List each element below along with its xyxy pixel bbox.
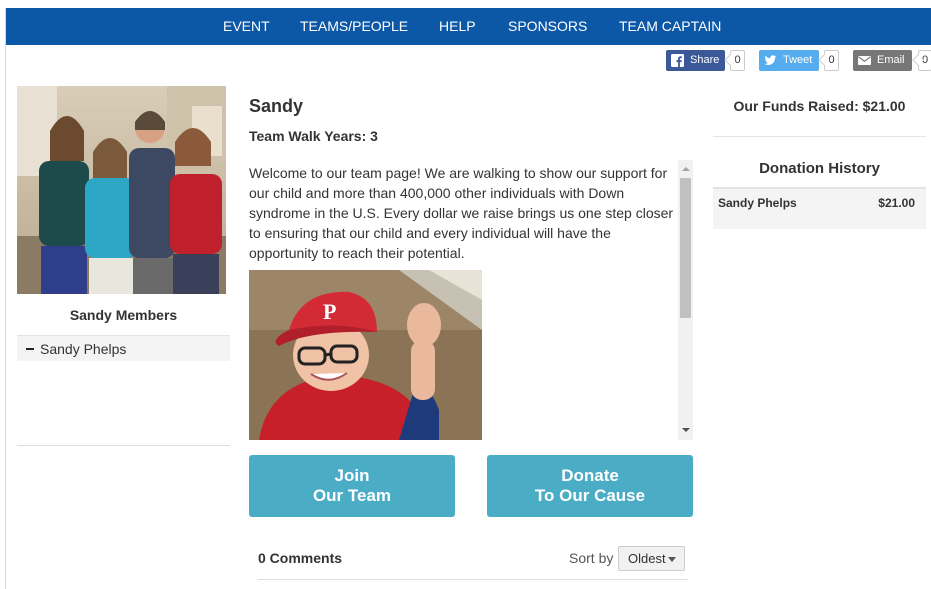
sort-select[interactable]: Oldest xyxy=(618,546,685,571)
nav-item-help[interactable]: HELP xyxy=(439,8,476,45)
nav-item-team-captain[interactable]: TEAM CAPTAIN xyxy=(619,8,721,45)
donation-history-title: Donation History xyxy=(759,160,880,177)
donate-button-line1: Donate xyxy=(561,466,619,485)
nav-item-sponsors[interactable]: SPONSORS xyxy=(508,8,587,45)
caret-down-icon xyxy=(668,557,676,562)
twitter-icon xyxy=(764,55,777,65)
frame-left-edge xyxy=(5,8,6,589)
sort-label: Sort by xyxy=(569,550,614,566)
team-story-text: Welcome to our team page! We are walking… xyxy=(249,165,674,261)
minus-icon xyxy=(26,348,34,350)
left-divider xyxy=(17,445,230,446)
twitter-tweet-label: Tweet xyxy=(783,54,813,66)
team-name: Sandy xyxy=(249,96,304,116)
donation-amount: $21.00 xyxy=(878,196,915,210)
join-button-line2: Our Team xyxy=(312,486,392,505)
nav-item-event[interactable]: EVENT xyxy=(223,8,270,45)
email-share-label: Email xyxy=(877,54,905,66)
team-walk-years: Team Walk Years: 3 xyxy=(249,128,378,144)
right-divider xyxy=(713,136,926,137)
scroll-up-arrow-icon[interactable] xyxy=(682,167,690,171)
member-link[interactable]: Sandy Phelps xyxy=(40,341,126,357)
donor-name: Sandy Phelps xyxy=(718,196,797,210)
facebook-share-count: 0 xyxy=(730,50,745,71)
svg-text:P: P xyxy=(323,299,336,324)
scroll-down-arrow-icon[interactable] xyxy=(682,428,690,432)
facebook-share-label: Share xyxy=(690,54,720,66)
facebook-share-button[interactable]: Share xyxy=(666,50,725,71)
envelope-icon xyxy=(858,56,871,65)
comments-divider xyxy=(258,579,688,580)
team-story-scrollbox[interactable]: Welcome to our team page! We are walking… xyxy=(248,160,693,440)
top-navigation: EVENT TEAMS/PEOPLE HELP SPONSORS TEAM CA… xyxy=(6,8,931,45)
child-photo: P xyxy=(249,270,482,440)
story-scrollbar[interactable] xyxy=(678,160,693,440)
donation-history-table: Sandy Phelps $21.00 xyxy=(713,187,926,229)
join-button-line1: Join xyxy=(334,466,370,485)
members-title: Sandy Members xyxy=(69,307,178,323)
sort-select-value: Oldest xyxy=(628,551,666,566)
team-photo xyxy=(17,86,226,294)
twitter-tweet-count: 0 xyxy=(824,50,839,71)
nav-item-teams-people[interactable]: TEAMS/PEOPLE xyxy=(300,8,408,45)
facebook-icon xyxy=(671,54,684,67)
twitter-tweet-button[interactable]: Tweet xyxy=(759,50,819,71)
donate-button[interactable]: Donate To Our Cause xyxy=(487,455,693,517)
funds-raised: Our Funds Raised: $21.00 xyxy=(733,98,906,114)
donate-button-line2: To Our Cause xyxy=(534,486,646,505)
join-team-button[interactable]: Join Our Team xyxy=(249,455,455,517)
comments-count: 0 Comments xyxy=(258,550,343,566)
email-share-count: 0 xyxy=(918,50,931,71)
members-list: Sandy Phelps xyxy=(17,335,230,361)
frame-top xyxy=(0,0,931,8)
scroll-thumb[interactable] xyxy=(680,178,691,318)
email-share-button[interactable]: Email xyxy=(853,50,912,71)
